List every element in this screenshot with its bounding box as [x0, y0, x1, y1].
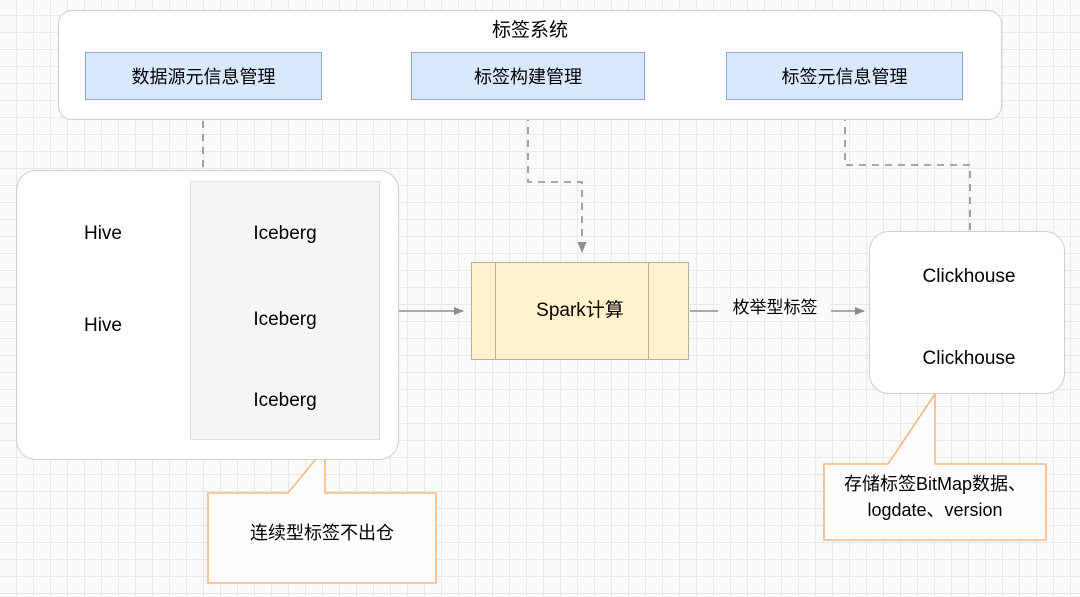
module-tag-meta-mgmt[interactable]: 标签元信息管理 [726, 52, 963, 100]
edge-label-enum-tag: 枚举型标签 [719, 297, 831, 319]
clickhouse-node-2[interactable]: Clickhouse [911, 335, 1027, 383]
clickhouse-node-1[interactable]: Clickhouse [911, 253, 1027, 301]
edge-clickhouse-to-tagmeta [840, 109, 971, 230]
edge-tagbuild-to-spark [527, 101, 587, 253]
diagram-canvas: 标签系统 数据源元信息管理 标签构建管理 标签元信息管理 Hive Hive I… [0, 0, 1080, 597]
spark-compute-node[interactable] [471, 262, 689, 360]
hive-node-2[interactable]: Hive [46, 300, 160, 352]
iceberg-node-3[interactable]: Iceberg [230, 375, 340, 427]
hive-node-1[interactable]: Hive [46, 208, 160, 260]
callout-continuous-tag-note: 连续型标签不出仓 [250, 522, 394, 543]
process-bar-right [648, 263, 649, 359]
iceberg-node-2[interactable]: Iceberg [230, 294, 340, 346]
process-bar-left [495, 263, 496, 359]
callout-bitmap-storage-note: 存储标签BitMap数据、logdate、version [843, 473, 1027, 520]
module-datasource-meta-mgmt[interactable]: 数据源元信息管理 [85, 52, 322, 100]
module-tag-build-mgmt[interactable]: 标签构建管理 [411, 52, 645, 100]
iceberg-node-1[interactable]: Iceberg [230, 208, 340, 260]
